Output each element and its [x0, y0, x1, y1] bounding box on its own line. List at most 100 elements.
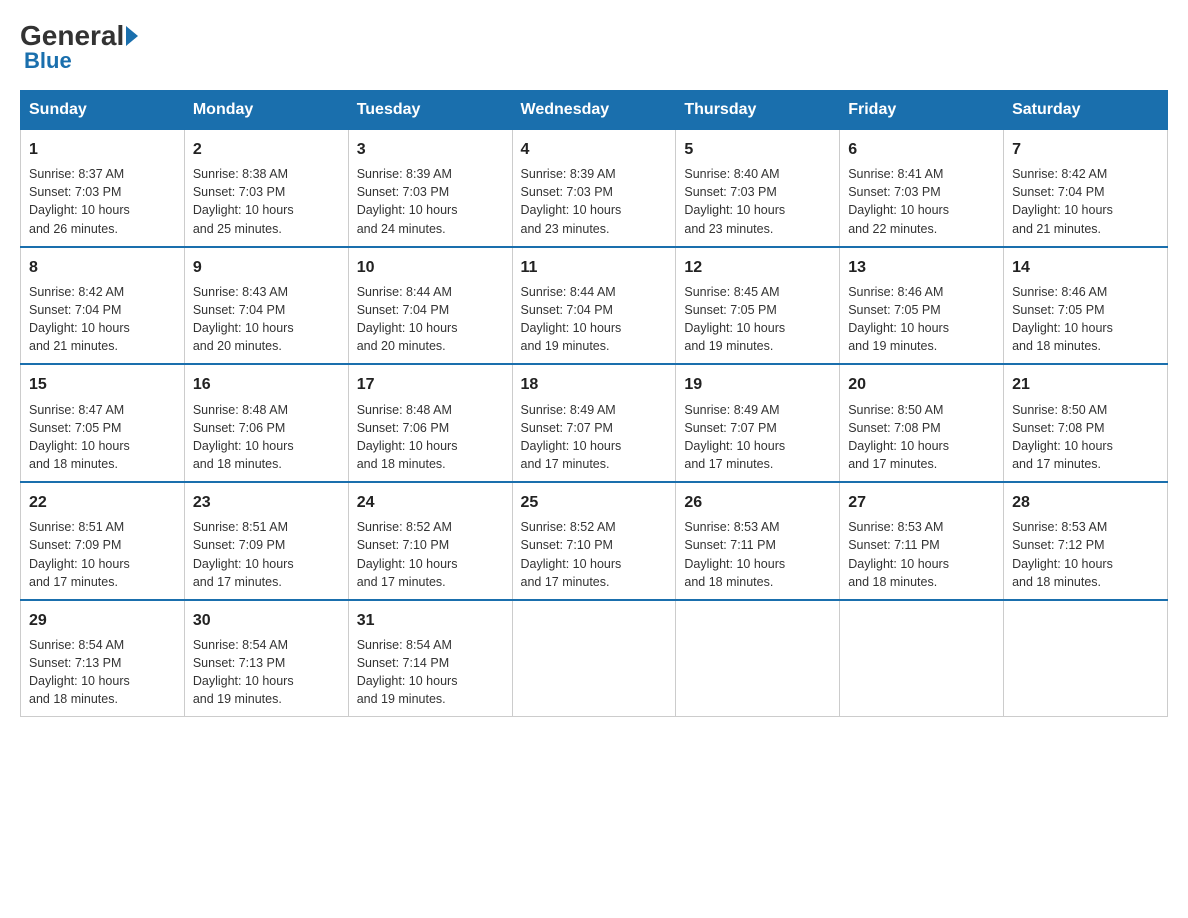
day-info: Sunrise: 8:47 AM Sunset: 7:05 PM Dayligh… — [29, 401, 176, 474]
col-header-thursday: Thursday — [676, 91, 840, 130]
calendar-cell — [840, 600, 1004, 717]
calendar-cell: 21 Sunrise: 8:50 AM Sunset: 7:08 PM Dayl… — [1004, 364, 1168, 482]
calendar-week-row: 15 Sunrise: 8:47 AM Sunset: 7:05 PM Dayl… — [21, 364, 1168, 482]
day-number: 25 — [521, 491, 668, 514]
day-number: 29 — [29, 609, 176, 632]
col-header-monday: Monday — [184, 91, 348, 130]
day-number: 30 — [193, 609, 340, 632]
day-number: 20 — [848, 373, 995, 396]
calendar-week-row: 1 Sunrise: 8:37 AM Sunset: 7:03 PM Dayli… — [21, 130, 1168, 247]
day-info: Sunrise: 8:43 AM Sunset: 7:04 PM Dayligh… — [193, 283, 340, 356]
col-header-tuesday: Tuesday — [348, 91, 512, 130]
day-info: Sunrise: 8:48 AM Sunset: 7:06 PM Dayligh… — [357, 401, 504, 474]
calendar-cell: 4 Sunrise: 8:39 AM Sunset: 7:03 PM Dayli… — [512, 130, 676, 247]
calendar-cell: 19 Sunrise: 8:49 AM Sunset: 7:07 PM Dayl… — [676, 364, 840, 482]
day-info: Sunrise: 8:50 AM Sunset: 7:08 PM Dayligh… — [1012, 401, 1159, 474]
calendar-cell: 22 Sunrise: 8:51 AM Sunset: 7:09 PM Dayl… — [21, 482, 185, 600]
logo-arrow-icon — [126, 26, 138, 46]
day-info: Sunrise: 8:54 AM Sunset: 7:13 PM Dayligh… — [193, 636, 340, 709]
calendar-cell: 20 Sunrise: 8:50 AM Sunset: 7:08 PM Dayl… — [840, 364, 1004, 482]
day-info: Sunrise: 8:51 AM Sunset: 7:09 PM Dayligh… — [193, 518, 340, 591]
day-number: 13 — [848, 256, 995, 279]
day-number: 3 — [357, 138, 504, 161]
day-number: 8 — [29, 256, 176, 279]
day-number: 17 — [357, 373, 504, 396]
day-info: Sunrise: 8:46 AM Sunset: 7:05 PM Dayligh… — [1012, 283, 1159, 356]
day-number: 19 — [684, 373, 831, 396]
day-info: Sunrise: 8:54 AM Sunset: 7:13 PM Dayligh… — [29, 636, 176, 709]
page-header: General Blue — [20, 20, 1168, 74]
day-info: Sunrise: 8:45 AM Sunset: 7:05 PM Dayligh… — [684, 283, 831, 356]
day-number: 4 — [521, 138, 668, 161]
day-number: 7 — [1012, 138, 1159, 161]
day-number: 15 — [29, 373, 176, 396]
day-number: 14 — [1012, 256, 1159, 279]
day-info: Sunrise: 8:51 AM Sunset: 7:09 PM Dayligh… — [29, 518, 176, 591]
calendar-cell: 17 Sunrise: 8:48 AM Sunset: 7:06 PM Dayl… — [348, 364, 512, 482]
day-info: Sunrise: 8:53 AM Sunset: 7:11 PM Dayligh… — [848, 518, 995, 591]
day-number: 2 — [193, 138, 340, 161]
calendar-cell: 24 Sunrise: 8:52 AM Sunset: 7:10 PM Dayl… — [348, 482, 512, 600]
day-info: Sunrise: 8:39 AM Sunset: 7:03 PM Dayligh… — [521, 165, 668, 238]
day-number: 28 — [1012, 491, 1159, 514]
calendar-week-row: 22 Sunrise: 8:51 AM Sunset: 7:09 PM Dayl… — [21, 482, 1168, 600]
day-number: 26 — [684, 491, 831, 514]
calendar-cell: 11 Sunrise: 8:44 AM Sunset: 7:04 PM Dayl… — [512, 247, 676, 365]
calendar-cell: 3 Sunrise: 8:39 AM Sunset: 7:03 PM Dayli… — [348, 130, 512, 247]
calendar-cell: 31 Sunrise: 8:54 AM Sunset: 7:14 PM Dayl… — [348, 600, 512, 717]
calendar-cell: 29 Sunrise: 8:54 AM Sunset: 7:13 PM Dayl… — [21, 600, 185, 717]
day-number: 9 — [193, 256, 340, 279]
calendar-cell: 5 Sunrise: 8:40 AM Sunset: 7:03 PM Dayli… — [676, 130, 840, 247]
day-info: Sunrise: 8:46 AM Sunset: 7:05 PM Dayligh… — [848, 283, 995, 356]
logo-blue: Blue — [24, 48, 72, 74]
day-info: Sunrise: 8:53 AM Sunset: 7:12 PM Dayligh… — [1012, 518, 1159, 591]
day-info: Sunrise: 8:49 AM Sunset: 7:07 PM Dayligh… — [521, 401, 668, 474]
day-number: 23 — [193, 491, 340, 514]
day-info: Sunrise: 8:44 AM Sunset: 7:04 PM Dayligh… — [357, 283, 504, 356]
calendar-cell: 9 Sunrise: 8:43 AM Sunset: 7:04 PM Dayli… — [184, 247, 348, 365]
calendar-cell: 6 Sunrise: 8:41 AM Sunset: 7:03 PM Dayli… — [840, 130, 1004, 247]
calendar-cell: 26 Sunrise: 8:53 AM Sunset: 7:11 PM Dayl… — [676, 482, 840, 600]
calendar-cell: 2 Sunrise: 8:38 AM Sunset: 7:03 PM Dayli… — [184, 130, 348, 247]
day-info: Sunrise: 8:50 AM Sunset: 7:08 PM Dayligh… — [848, 401, 995, 474]
logo: General Blue — [20, 20, 140, 74]
calendar-cell: 15 Sunrise: 8:47 AM Sunset: 7:05 PM Dayl… — [21, 364, 185, 482]
day-info: Sunrise: 8:48 AM Sunset: 7:06 PM Dayligh… — [193, 401, 340, 474]
calendar-cell: 16 Sunrise: 8:48 AM Sunset: 7:06 PM Dayl… — [184, 364, 348, 482]
calendar-cell: 28 Sunrise: 8:53 AM Sunset: 7:12 PM Dayl… — [1004, 482, 1168, 600]
calendar-cell: 14 Sunrise: 8:46 AM Sunset: 7:05 PM Dayl… — [1004, 247, 1168, 365]
day-info: Sunrise: 8:42 AM Sunset: 7:04 PM Dayligh… — [1012, 165, 1159, 238]
day-number: 11 — [521, 256, 668, 279]
calendar-week-row: 8 Sunrise: 8:42 AM Sunset: 7:04 PM Dayli… — [21, 247, 1168, 365]
day-info: Sunrise: 8:52 AM Sunset: 7:10 PM Dayligh… — [521, 518, 668, 591]
day-number: 10 — [357, 256, 504, 279]
col-header-saturday: Saturday — [1004, 91, 1168, 130]
day-number: 24 — [357, 491, 504, 514]
day-number: 5 — [684, 138, 831, 161]
day-info: Sunrise: 8:52 AM Sunset: 7:10 PM Dayligh… — [357, 518, 504, 591]
day-number: 6 — [848, 138, 995, 161]
day-info: Sunrise: 8:37 AM Sunset: 7:03 PM Dayligh… — [29, 165, 176, 238]
calendar-cell: 1 Sunrise: 8:37 AM Sunset: 7:03 PM Dayli… — [21, 130, 185, 247]
calendar-cell: 10 Sunrise: 8:44 AM Sunset: 7:04 PM Dayl… — [348, 247, 512, 365]
calendar-cell: 18 Sunrise: 8:49 AM Sunset: 7:07 PM Dayl… — [512, 364, 676, 482]
calendar-cell — [676, 600, 840, 717]
calendar-cell: 30 Sunrise: 8:54 AM Sunset: 7:13 PM Dayl… — [184, 600, 348, 717]
day-number: 18 — [521, 373, 668, 396]
day-info: Sunrise: 8:44 AM Sunset: 7:04 PM Dayligh… — [521, 283, 668, 356]
calendar-table: SundayMondayTuesdayWednesdayThursdayFrid… — [20, 90, 1168, 717]
calendar-cell: 25 Sunrise: 8:52 AM Sunset: 7:10 PM Dayl… — [512, 482, 676, 600]
col-header-wednesday: Wednesday — [512, 91, 676, 130]
calendar-cell: 23 Sunrise: 8:51 AM Sunset: 7:09 PM Dayl… — [184, 482, 348, 600]
day-info: Sunrise: 8:49 AM Sunset: 7:07 PM Dayligh… — [684, 401, 831, 474]
calendar-header-row: SundayMondayTuesdayWednesdayThursdayFrid… — [21, 91, 1168, 130]
calendar-cell: 13 Sunrise: 8:46 AM Sunset: 7:05 PM Dayl… — [840, 247, 1004, 365]
day-info: Sunrise: 8:40 AM Sunset: 7:03 PM Dayligh… — [684, 165, 831, 238]
day-number: 22 — [29, 491, 176, 514]
col-header-friday: Friday — [840, 91, 1004, 130]
col-header-sunday: Sunday — [21, 91, 185, 130]
day-number: 1 — [29, 138, 176, 161]
day-info: Sunrise: 8:42 AM Sunset: 7:04 PM Dayligh… — [29, 283, 176, 356]
day-info: Sunrise: 8:39 AM Sunset: 7:03 PM Dayligh… — [357, 165, 504, 238]
day-number: 12 — [684, 256, 831, 279]
